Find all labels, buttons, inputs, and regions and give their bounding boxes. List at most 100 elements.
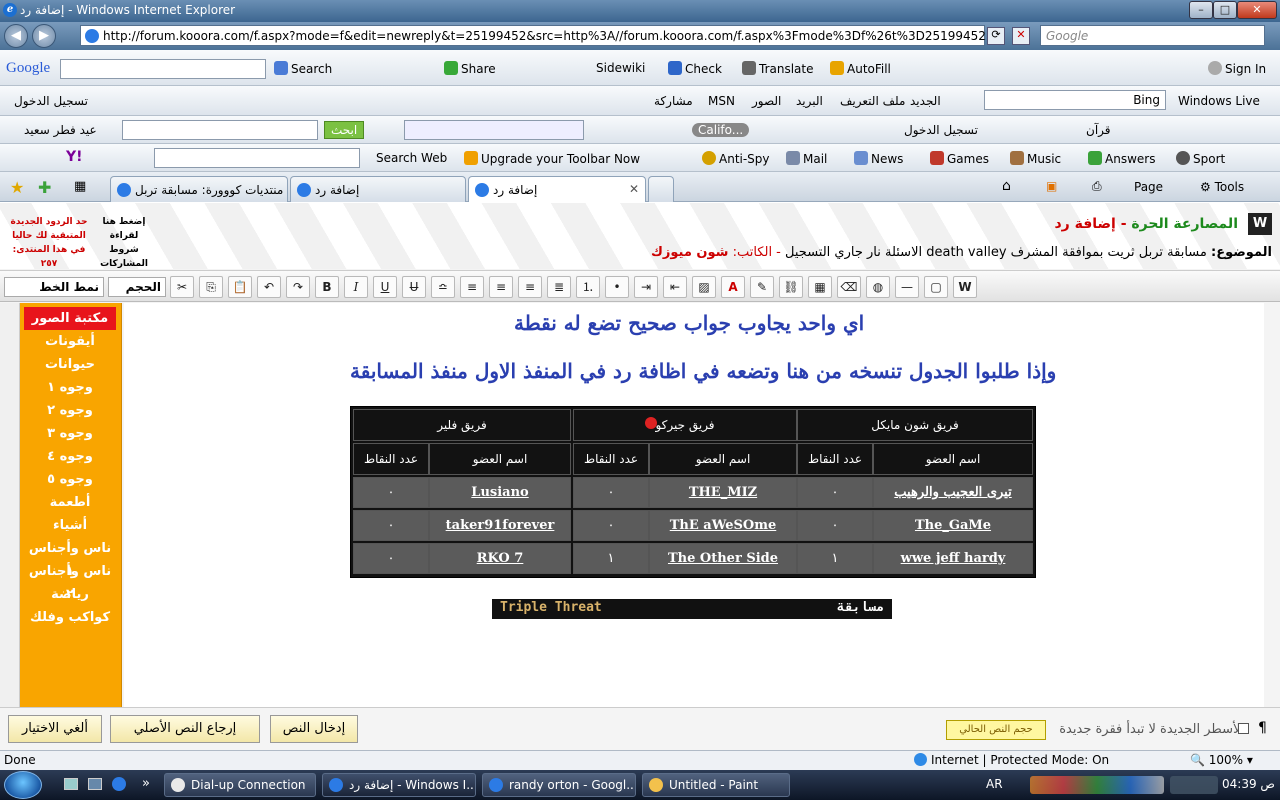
outdent-icon[interactable]: ⇤	[663, 276, 687, 298]
undo-icon[interactable]: ↶	[257, 276, 281, 298]
tools-menu[interactable]: ⚙ Tools	[1200, 180, 1244, 194]
restore-text-button[interactable]: إرجاع النص الأصلي	[110, 715, 260, 743]
arabic-search-button[interactable]: ابحث	[324, 121, 365, 139]
address-bar[interactable]: http://forum.kooora.com/f.aspx?mode=f&ed…	[80, 25, 986, 46]
font-family-select[interactable]: نمط الخط	[4, 277, 104, 297]
newline-checkbox[interactable]	[1238, 723, 1249, 734]
zoom-level[interactable]: 🔍 100% ▾	[1190, 753, 1253, 767]
document-icon[interactable]: ▢	[924, 276, 948, 298]
system-tray-icons[interactable]	[1030, 776, 1164, 794]
window-title-bar[interactable]: e إضافة رد - Windows Internet Explorer –…	[0, 0, 1280, 22]
clock[interactable]: 04:39 ص	[1222, 777, 1275, 791]
overline-icon[interactable]: ≏	[431, 276, 455, 298]
sidebar-scrollbar[interactable]	[0, 303, 20, 707]
editor-content[interactable]: اي واحد يجاوب جواب صحيح تضع له نقطة وإذا…	[124, 303, 1264, 707]
redo-icon[interactable]: ↷	[286, 276, 310, 298]
horizontal-rule-icon[interactable]: —	[895, 276, 919, 298]
insert-image-icon[interactable]: ▨	[692, 276, 716, 298]
start-button[interactable]	[4, 771, 42, 799]
new-tab-button[interactable]	[648, 176, 674, 202]
align-center-icon[interactable]: ≡	[489, 276, 513, 298]
numbered-list-icon[interactable]: ⒈	[576, 276, 600, 298]
news-button[interactable]: News	[854, 151, 903, 166]
ie-quicklaunch-icon[interactable]	[112, 777, 126, 791]
text-color-icon[interactable]: A	[721, 276, 745, 298]
quicklaunch-more-icon[interactable]: »	[142, 776, 150, 791]
sidebar-item[interactable]: وجوه ٢	[24, 399, 116, 422]
sidebar-item[interactable]: حيوانات	[24, 353, 116, 376]
strikethrough-icon[interactable]: U	[402, 276, 426, 298]
windows-live-brand[interactable]: Windows Live	[1178, 94, 1260, 108]
check-button[interactable]: Check	[668, 61, 722, 76]
games-button[interactable]: Games	[930, 151, 989, 166]
share-button[interactable]: Share	[444, 61, 496, 76]
sidebar-item[interactable]: كواكب وفلك	[24, 606, 116, 629]
rules-link[interactable]: إضغط هنا لقراءة شروط المشاركات	[98, 215, 150, 271]
tab-forum[interactable]: منتديات كووورة: مسابقة تربل ...	[110, 176, 288, 202]
refresh-icon[interactable]: ⟳	[987, 27, 1005, 45]
cut-icon[interactable]: ✂	[170, 276, 194, 298]
word-paste-icon[interactable]: W	[953, 276, 977, 298]
yahoo-logo-icon[interactable]: Y!	[66, 149, 83, 165]
live-link-msn[interactable]: MSN	[708, 94, 735, 108]
live-link-photos[interactable]: الصور	[752, 94, 781, 108]
eraser-icon[interactable]: ⌫	[837, 276, 861, 298]
cancel-selection-button[interactable]: ألغي الاختيار	[8, 715, 102, 743]
sport-button[interactable]: Sport	[1176, 151, 1225, 166]
justify-icon[interactable]: ≣	[547, 276, 571, 298]
anti-spy-button[interactable]: Anti-Spy	[702, 151, 770, 166]
google-search-button[interactable]: Search	[274, 61, 332, 76]
tab-close-icon[interactable]: ✕	[629, 182, 639, 196]
translate-button[interactable]: Translate	[742, 61, 814, 76]
print-icon[interactable]: ⎙	[1092, 179, 1102, 194]
forward-button[interactable]: ▶	[32, 24, 56, 48]
indent-icon[interactable]: ⇥	[634, 276, 658, 298]
search-input[interactable]: Google	[1040, 25, 1265, 46]
highlight-icon[interactable]: ✎	[750, 276, 774, 298]
minimize-button[interactable]: –	[1189, 1, 1213, 19]
tab-reply-active[interactable]: إضافة رد ✕	[468, 176, 646, 202]
table-icon[interactable]: ▦	[808, 276, 832, 298]
sidebar-item[interactable]: أيقونات	[24, 330, 116, 353]
quick-tabs-icon[interactable]: ▦	[74, 179, 86, 194]
bing-search-field[interactable]: Bing	[984, 90, 1166, 110]
show-desktop-icon[interactable]	[64, 778, 78, 790]
mail-button[interactable]: Mail	[786, 151, 827, 166]
sidebar-item[interactable]: وجوه ١	[24, 376, 116, 399]
page-menu[interactable]: Page	[1134, 180, 1163, 194]
autofill-button[interactable]: AutoFill	[830, 61, 891, 76]
feeds-icon[interactable]: ▣	[1046, 179, 1057, 193]
sign-in-button[interactable]: Sign In	[1208, 61, 1266, 76]
language-indicator[interactable]: AR	[986, 777, 1003, 791]
sidebar-item[interactable]: أشياء	[24, 514, 116, 537]
sidebar-item[interactable]: وجوه ٣	[24, 422, 116, 445]
globe-icon[interactable]: ◍	[866, 276, 890, 298]
radio-station[interactable]: Califo...	[692, 123, 750, 137]
quran-link[interactable]: قرآن	[1086, 123, 1111, 137]
font-size-select[interactable]: الحجم	[108, 277, 166, 297]
copy-icon[interactable]: ⎘	[199, 276, 223, 298]
paste-icon[interactable]: 📋	[228, 276, 252, 298]
align-left-icon[interactable]: ≡	[460, 276, 484, 298]
upgrade-toolbar-link[interactable]: Upgrade your Toolbar Now	[464, 151, 640, 166]
search-web-button[interactable]: Search Web	[376, 151, 447, 165]
live-link-share[interactable]: مشاركة	[654, 94, 693, 108]
live-link-new[interactable]: الجديد	[910, 94, 941, 108]
answers-button[interactable]: Answers	[1088, 151, 1155, 166]
live-link-mail[interactable]: البريد	[796, 94, 823, 108]
maximize-button[interactable]: □	[1213, 1, 1237, 19]
yahoo-search-field[interactable]	[154, 148, 360, 168]
task-ie-reply[interactable]: إضافة رد - Windows I...	[322, 773, 476, 797]
library-title[interactable]: مكتبة الصور	[24, 307, 116, 330]
favorites-star-icon[interactable]: ★	[10, 178, 24, 197]
task-google-search[interactable]: randy orton - Googl...	[482, 773, 636, 797]
sidebar-item[interactable]: وجوه ٥	[24, 468, 116, 491]
live-register-link[interactable]: تسجيل الدخول	[14, 94, 88, 108]
sidebar-item[interactable]: ناس وأجناس ١	[24, 537, 116, 579]
underline-icon[interactable]: U	[373, 276, 397, 298]
arabic-login-link[interactable]: تسجيل الدخول	[904, 123, 978, 137]
network-volume-icons[interactable]	[1170, 776, 1218, 794]
italic-icon[interactable]: I	[344, 276, 368, 298]
sidebar-item[interactable]: ناس وأجناس ٢	[24, 560, 116, 602]
task-paint[interactable]: Untitled - Paint	[642, 773, 790, 797]
